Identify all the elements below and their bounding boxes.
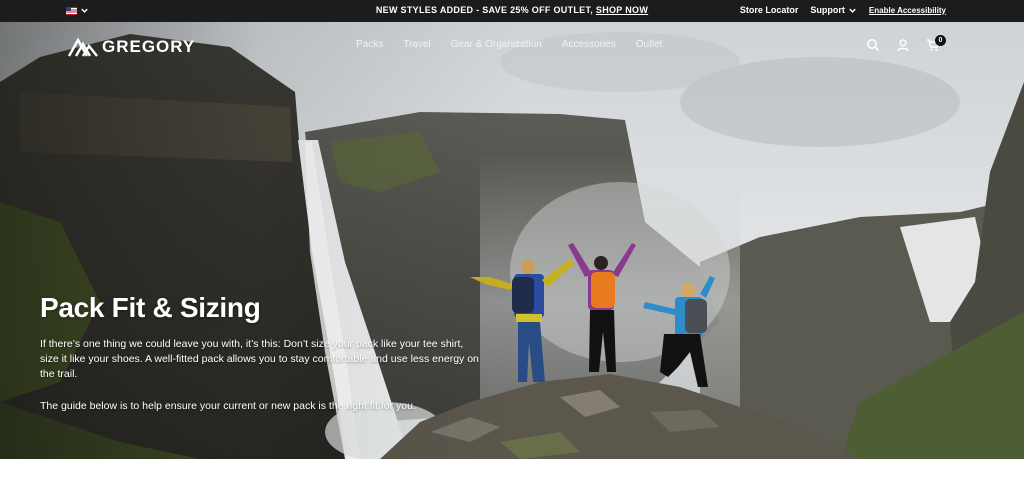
hero-intro-text: If there’s one thing we could leave you … (40, 338, 479, 380)
enable-accessibility-link[interactable]: Enable Accessibility (869, 6, 946, 15)
nav-item-travel[interactable]: Travel (403, 39, 430, 50)
header-actions (866, 38, 940, 52)
store-locator-link[interactable]: Store Locator (740, 5, 799, 15)
content-area (0, 459, 1024, 479)
mountain-logo-icon (68, 37, 98, 57)
page-title: Pack Fit & Sizing (40, 292, 261, 323)
shop-now-link[interactable]: SHOP NOW (596, 5, 648, 15)
cart-count-badge: 0 (935, 35, 946, 46)
gregory-logo[interactable]: GREGORY (68, 37, 195, 57)
announcement-bar: NEW STYLES ADDED - SAVE 25% OFF OUTLET, … (0, 0, 1024, 22)
utility-links: Store Locator Support Enable Accessibili… (740, 5, 946, 15)
support-label: Support (810, 5, 845, 15)
chevron-down-icon (849, 8, 856, 13)
hero-background-image (0, 22, 1024, 459)
nav-item-gear-organization[interactable]: Gear & Organization (451, 39, 542, 50)
main-nav: Packs Travel Gear & Organization Accesso… (356, 39, 662, 50)
nav-item-packs[interactable]: Packs (356, 39, 383, 50)
search-icon[interactable] (866, 38, 880, 52)
hero-guide-text: The guide below is to help ensure your c… (40, 400, 416, 412)
account-icon[interactable] (896, 38, 910, 52)
logo-text: GREGORY (102, 37, 196, 56)
support-menu[interactable]: Support (810, 5, 857, 15)
hero-banner: GREGORY Packs Travel Gear & Organization… (0, 22, 1024, 459)
nav-item-outlet[interactable]: Outlet (636, 39, 663, 50)
promo-text: NEW STYLES ADDED - SAVE 25% OFF OUTLET, (375, 5, 596, 15)
nav-item-accessories[interactable]: Accessories (562, 39, 616, 50)
